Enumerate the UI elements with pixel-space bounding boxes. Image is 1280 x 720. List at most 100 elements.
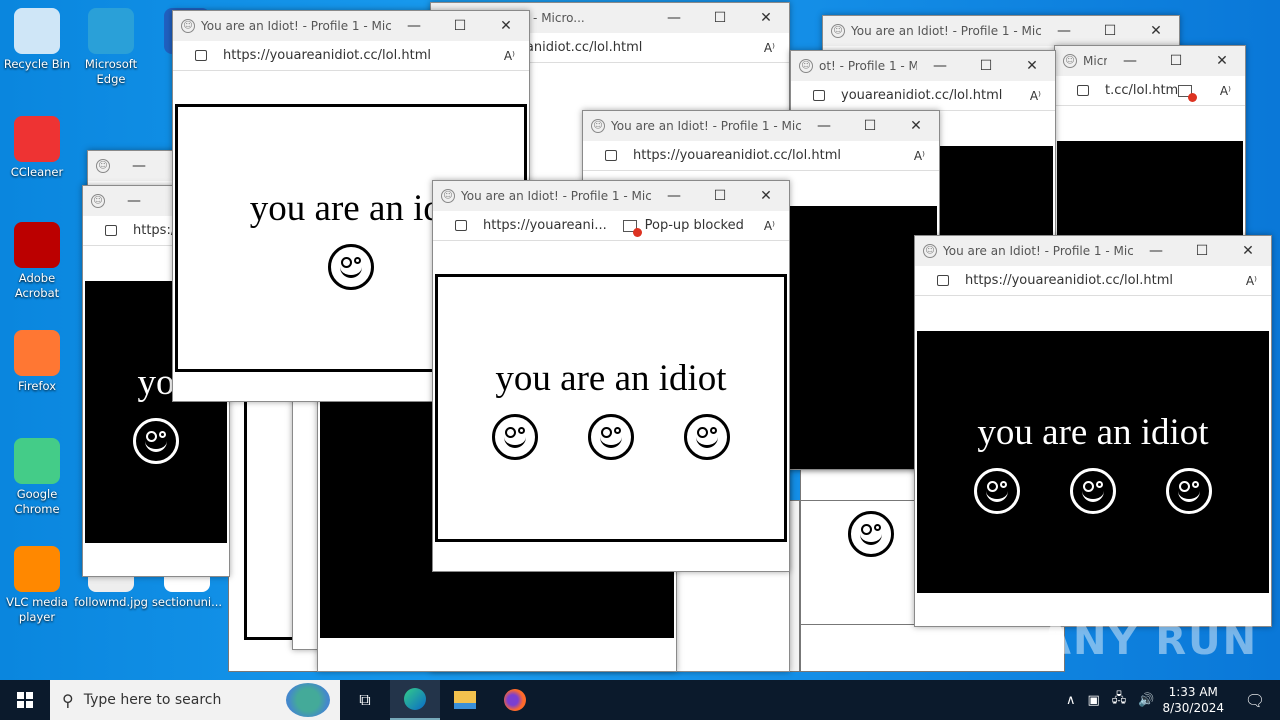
browser-popup-window[interactable]: ☺ You are an Idiot! - Profile 1 - Micro..… — [914, 235, 1272, 627]
firefox-icon — [504, 689, 526, 711]
smiley-icon — [328, 243, 374, 290]
smiley-favicon-icon: ☺ — [923, 244, 937, 258]
vlc-media-player-icon — [14, 546, 60, 592]
title-bar[interactable]: ☺ You are an Idiot! - Profile 1 - Micro..… — [583, 111, 939, 141]
volume-icon[interactable]: 🔊 — [1138, 693, 1154, 708]
maximize-button[interactable]: ☐ — [697, 188, 743, 204]
read-aloud-icon[interactable]: A⁾ — [1220, 84, 1231, 98]
minimize-button[interactable]: — — [651, 188, 697, 204]
desktop-icon-label: Microsoft Edge — [84, 57, 138, 86]
desktop-icon-label: Recycle Bin — [3, 57, 71, 71]
maximize-button[interactable]: ☐ — [437, 18, 483, 34]
desktop-icon-google-chrome[interactable]: Google Chrome — [0, 438, 74, 517]
address-bar[interactable]: https://youareani... Pop-up blocked A⁾ — [433, 211, 789, 241]
title-bar[interactable]: ☺ Micro...—☐✕ — [1055, 46, 1245, 76]
time: 1:33 AM — [1168, 685, 1218, 699]
background-window — [800, 500, 915, 625]
idiot-page: you are an idiot — [917, 331, 1269, 593]
desktop-icon-vlc-media-player[interactable]: VLC media player — [0, 546, 74, 625]
lock-icon — [455, 220, 467, 231]
start-button[interactable] — [0, 680, 50, 720]
close-button[interactable]: ✕ — [1133, 23, 1179, 39]
minimize-button[interactable]: — — [917, 58, 963, 74]
minimize-button[interactable]: — — [1041, 23, 1087, 39]
read-aloud-icon[interactable]: A⁾ — [914, 149, 925, 163]
close-button[interactable]: ✕ — [483, 18, 529, 34]
url-text[interactable]: https://youareanidiot.cc/lol.html — [223, 48, 504, 63]
title-bar[interactable]: ☺ You are an Idiot! - Profile 1 - Micro..… — [173, 11, 529, 41]
desktop-icon-adobe-acrobat[interactable]: Adobe Acrobat — [0, 222, 74, 301]
address-bar[interactable]: youareanidiot.cc/lol.html A⁾ — [791, 81, 1055, 111]
smiley-favicon-icon: ☺ — [91, 194, 105, 208]
smiley-favicon-icon: ☺ — [1063, 54, 1077, 68]
smiley-favicon-icon: ☺ — [831, 24, 845, 38]
close-button[interactable]: ✕ — [1199, 53, 1245, 69]
popup-blocked-icon[interactable] — [1177, 84, 1197, 102]
address-bar[interactable]: https://youareanidiot.cc/lol.html A⁾ — [173, 41, 529, 71]
minimize-button[interactable]: — — [801, 118, 847, 134]
chevron-up-icon[interactable]: ∧ — [1066, 693, 1076, 708]
desktop-icon-label: followmd.jpg — [74, 595, 148, 609]
read-aloud-icon[interactable]: A⁾ — [764, 41, 775, 55]
maximize-button[interactable]: ☐ — [963, 58, 1009, 74]
read-aloud-icon[interactable]: A⁾ — [1246, 274, 1257, 288]
minimize-button[interactable]: — — [116, 158, 162, 174]
close-button[interactable]: ✕ — [893, 118, 939, 134]
window-title: You are an Idiot! - Profile 1 - Micro... — [943, 244, 1133, 258]
title-bar[interactable]: ☺ You are an Idiot! - Profile 1 - Micro..… — [915, 236, 1271, 266]
address-bar[interactable]: t.cc/lol.html A⁾ — [1055, 76, 1245, 106]
clock[interactable]: 1:33 AM 8/30/2024 — [1162, 684, 1224, 716]
read-aloud-icon[interactable]: A⁾ — [1030, 89, 1041, 103]
url-text[interactable]: https://youareanidiot.cc/lol.html — [633, 148, 914, 163]
taskbar-file-explorer[interactable] — [440, 680, 490, 720]
maximize-button[interactable]: ☐ — [697, 10, 743, 26]
taskbar-firefox[interactable] — [490, 680, 540, 720]
maximize-button[interactable]: ☐ — [1153, 53, 1199, 69]
search-icon: ⚲ — [62, 690, 74, 710]
date: 8/30/2024 — [1162, 701, 1224, 715]
window-title: You are an Idiot! - Profile 1 - Micro... — [611, 119, 801, 133]
url-text[interactable]: t.cc/lol.html — [1105, 83, 1178, 98]
minimize-button[interactable]: — — [111, 193, 157, 209]
read-aloud-icon[interactable]: A⁾ — [764, 219, 775, 233]
minimize-button[interactable]: — — [1133, 243, 1179, 259]
close-button[interactable]: ✕ — [1009, 58, 1055, 74]
task-view-button[interactable]: ⧉ — [340, 680, 390, 720]
read-aloud-icon[interactable]: A⁾ — [504, 49, 515, 63]
browser-popup-window[interactable]: ☺ Micro...—☐✕ t.cc/lol.html A⁾ — [1054, 45, 1246, 245]
maximize-button[interactable]: ☐ — [1179, 243, 1225, 259]
minimize-button[interactable]: — — [391, 18, 437, 34]
window-title: ot! - Profile 1 - Micro... — [819, 59, 917, 73]
title-bar[interactable]: ☺ You are an Idiot! - Profile 1 - Micro..… — [433, 181, 789, 211]
address-bar[interactable]: https://youareanidiot.cc/lol.html A⁾ — [915, 266, 1271, 296]
url-text[interactable]: https://youareanidiot.cc/lol.html — [965, 273, 1246, 288]
url-text[interactable]: youareanidiot.cc/lol.html — [841, 88, 1030, 103]
address-bar[interactable]: https://youareanidiot.cc/lol.html A⁾ — [583, 141, 939, 171]
desktop-icon-label: Adobe Acrobat — [14, 271, 60, 300]
popup-blocked-indicator[interactable]: Pop-up blocked — [622, 218, 744, 237]
close-button[interactable]: ✕ — [1225, 243, 1271, 259]
maximize-button[interactable]: ☐ — [1087, 23, 1133, 39]
desktop-icon-firefox[interactable]: Firefox — [0, 330, 74, 394]
desktop-icon-recycle-bin[interactable]: Recycle Bin — [0, 8, 74, 72]
smiley-favicon-icon: ☺ — [799, 59, 813, 73]
camera-icon[interactable]: ▣ — [1087, 693, 1099, 708]
notifications-button[interactable]: 🗨 — [1230, 680, 1280, 720]
network-icon[interactable]: 🖧 — [1112, 689, 1127, 711]
desktop-icon-ccleaner[interactable]: CCleaner — [0, 116, 74, 180]
headline: yo — [137, 361, 175, 403]
search-box[interactable]: ⚲ Type here to search — [50, 680, 340, 720]
title-bar[interactable]: ☺ ot! - Profile 1 - Micro...—☐✕ — [791, 51, 1055, 81]
minimize-button[interactable]: — — [651, 10, 697, 26]
close-button[interactable]: ✕ — [743, 10, 789, 26]
desktop-icon-microsoft-edge[interactable]: Microsoft Edge — [74, 8, 148, 87]
maximize-button[interactable]: ☐ — [847, 118, 893, 134]
folder-icon — [454, 691, 476, 709]
browser-popup-window[interactable]: ☺ You are an Idiot! - Profile 1 - Micro..… — [432, 180, 790, 572]
close-button[interactable]: ✕ — [743, 188, 789, 204]
minimize-button[interactable]: — — [1107, 53, 1153, 69]
taskbar-edge[interactable] — [390, 680, 440, 720]
title-bar[interactable]: ☺ You are an Idiot! - Profile 1 - Micro..… — [823, 16, 1179, 46]
desktop-icon-label: Firefox — [17, 379, 57, 393]
url-text[interactable]: https://youareani... — [483, 218, 623, 233]
